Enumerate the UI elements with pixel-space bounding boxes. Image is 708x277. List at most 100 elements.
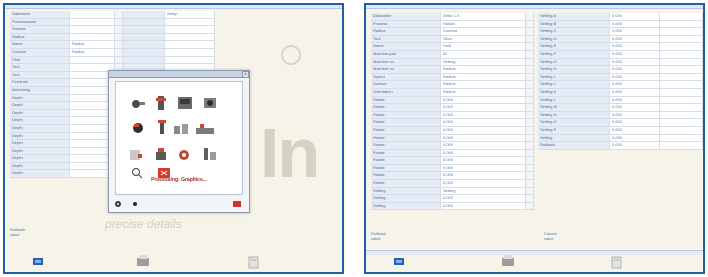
- grid-row[interactable]: Setting 0,000: [371, 195, 534, 203]
- start-icon[interactable]: [394, 258, 404, 265]
- grid-row[interactable]: Machine part ID: [371, 50, 534, 59]
- property-value[interactable]: 0,000: [610, 96, 660, 104]
- camera-icon[interactable]: [204, 98, 216, 108]
- grid-row[interactable]: Process Hollow: [371, 20, 534, 29]
- property-value[interactable]: Radius: [70, 48, 115, 56]
- property-value[interactable]: Setting: [441, 187, 526, 195]
- grid-row[interactable]: Setting I 0,000: [538, 73, 703, 82]
- property-value[interactable]: [70, 11, 115, 18]
- spinner[interactable]: [526, 35, 534, 43]
- grid-row[interactable]: Setting K 0,000: [538, 88, 703, 97]
- property-value[interactable]: [165, 41, 215, 48]
- property-value[interactable]: [165, 56, 215, 64]
- grid-row[interactable]: Setting M 0,000: [538, 104, 703, 112]
- spinner[interactable]: [526, 96, 534, 104]
- probe-icon[interactable]: [204, 148, 216, 160]
- property-value[interactable]: 0,000: [610, 13, 660, 20]
- spindle-icon[interactable]: [156, 96, 166, 110]
- spinner[interactable]: [526, 81, 534, 88]
- grid-row[interactable]: Rotate 0,000: [371, 164, 534, 173]
- dot-icon[interactable]: [133, 202, 137, 206]
- spinner[interactable]: [526, 13, 534, 20]
- property-value[interactable]: 0,000: [441, 104, 526, 111]
- grid-row[interactable]: Setting 0,000: [371, 202, 534, 211]
- grid-row[interactable]: Orientation Radius: [371, 88, 534, 97]
- spinner[interactable]: [526, 73, 534, 81]
- property-value[interactable]: 0,000: [610, 126, 660, 134]
- turret-icon[interactable]: [179, 150, 189, 160]
- mill-icon[interactable]: [174, 124, 188, 134]
- close-button[interactable]: x: [242, 70, 249, 78]
- grid-row[interactable]: Rotate 0,000: [371, 104, 534, 112]
- printer-icon[interactable]: [137, 255, 149, 266]
- fixture-icon[interactable]: [133, 123, 143, 133]
- grid-row[interactable]: Rotate 0,000: [371, 142, 534, 150]
- drill-icon[interactable]: [158, 120, 166, 134]
- grid-row[interactable]: Setting C 0,000: [538, 28, 703, 36]
- property-value[interactable]: Radius: [441, 81, 526, 88]
- property-extra[interactable]: [660, 104, 703, 111]
- property-value[interactable]: 0,000: [441, 142, 526, 149]
- spinner[interactable]: [526, 187, 534, 195]
- grid-row[interactable]: Setting Setting: [371, 187, 534, 196]
- property-value[interactable]: Radius: [441, 73, 526, 81]
- grid-row[interactable]: Setting N 0,000: [538, 111, 703, 120]
- property-value[interactable]: Radius: [441, 88, 526, 96]
- grid-row[interactable]: Fillet: [10, 56, 215, 65]
- property-value[interactable]: 0,000: [610, 104, 660, 111]
- property-value[interactable]: 0,000: [441, 119, 526, 126]
- grid-row[interactable]: Rotate 0,000: [371, 126, 534, 135]
- property-value[interactable]: 0,000: [441, 134, 526, 142]
- grid-row[interactable]: Setting F 0,000: [538, 50, 703, 59]
- property-value[interactable]: 0,000: [441, 126, 526, 134]
- property-extra[interactable]: [660, 58, 703, 66]
- grid-row[interactable]: Setting A 0,000: [538, 13, 703, 21]
- grid-row[interactable]: Tool Slice: [371, 35, 534, 44]
- spinner[interactable]: [526, 126, 534, 134]
- property-value[interactable]: 0,000: [441, 195, 526, 202]
- property-extra[interactable]: [660, 96, 703, 104]
- exit-icon[interactable]: [233, 201, 241, 207]
- property-value[interactable]: Delta 1.0: [441, 13, 526, 20]
- spinner[interactable]: [526, 172, 534, 180]
- spinner[interactable]: [526, 149, 534, 157]
- grid-row[interactable]: Setting D 0,000: [538, 35, 703, 44]
- spinner[interactable]: [526, 20, 534, 28]
- property-value[interactable]: Hold: [441, 43, 526, 50]
- property-extra[interactable]: [660, 43, 703, 50]
- grid-row[interactable]: Rotate 0,000: [371, 111, 534, 120]
- spinner[interactable]: [526, 58, 534, 66]
- spinner[interactable]: [526, 66, 534, 73]
- grid-row[interactable]: Setting L 0,000: [538, 96, 703, 105]
- grid-row[interactable]: Rotate 0,000: [371, 119, 534, 127]
- property-value[interactable]: 0,000: [610, 43, 660, 50]
- spinner[interactable]: [526, 164, 534, 172]
- property-extra[interactable]: [660, 28, 703, 35]
- spinner[interactable]: [526, 50, 534, 58]
- grid-row[interactable]: Rotate 0,000: [371, 180, 534, 188]
- start-icon[interactable]: [33, 258, 43, 265]
- property-value[interactable]: 0,000: [441, 157, 526, 164]
- property-extra[interactable]: [660, 66, 703, 73]
- property-value[interactable]: 0,000: [441, 164, 526, 172]
- spinner[interactable]: [115, 33, 123, 41]
- document-icon[interactable]: [611, 256, 622, 269]
- property-extra[interactable]: [660, 50, 703, 58]
- property-value[interactable]: [165, 33, 215, 41]
- property-extra[interactable]: [660, 111, 703, 119]
- grid-row[interactable]: Rotate 0,000: [371, 172, 534, 181]
- spinner[interactable]: [526, 111, 534, 119]
- property-value[interactable]: Radius: [441, 66, 526, 73]
- grid-row[interactable]: Contour Radius: [10, 48, 215, 57]
- machine-icon[interactable]: [178, 97, 192, 109]
- grid-row[interactable]: Surface Radius: [371, 81, 534, 89]
- icon-dialog[interactable]: x Processing: Graphics...: [108, 70, 250, 213]
- property-value[interactable]: 0,000: [610, 28, 660, 35]
- document-icon[interactable]: [248, 256, 259, 269]
- spinner[interactable]: [526, 104, 534, 111]
- tool-icon[interactable]: [132, 100, 145, 108]
- property-extra[interactable]: [660, 35, 703, 43]
- property-value[interactable]: Hollow: [441, 20, 526, 28]
- property-value[interactable]: 0,000: [441, 96, 526, 104]
- gear-icon[interactable]: [115, 201, 121, 207]
